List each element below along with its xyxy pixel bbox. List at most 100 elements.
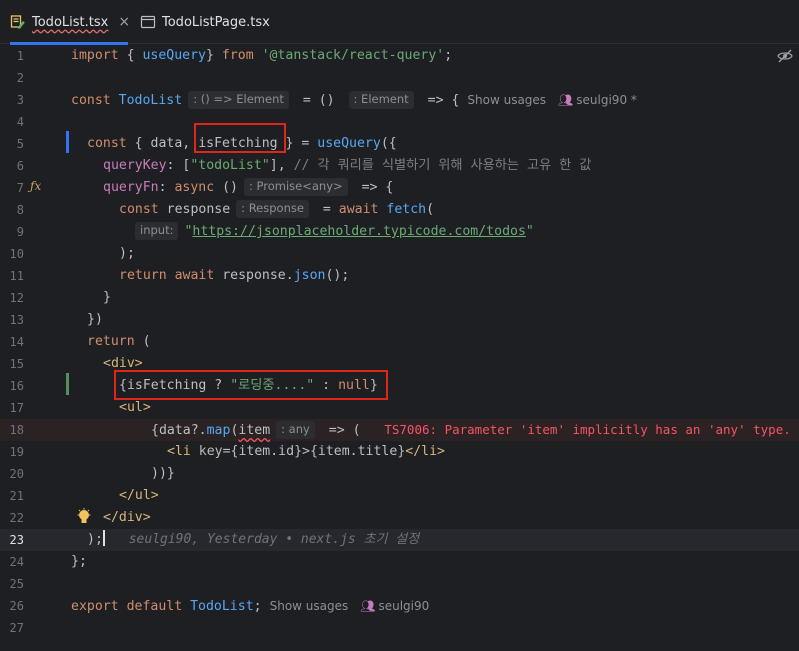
code-token: })	[87, 312, 103, 327]
line-number: 2	[16, 71, 24, 85]
tab-todolist[interactable]: TodoList.tsx ×	[10, 0, 130, 45]
code-token: => (	[320, 423, 361, 438]
code-token: </ul>	[119, 488, 159, 503]
line-number: 10	[9, 247, 24, 261]
code-token: <li	[167, 444, 191, 459]
code-line: 17 <ul>	[0, 397, 799, 419]
code-token: json	[293, 268, 326, 283]
code-token: ;	[253, 599, 262, 614]
code-line: 9 input: "https://jsonplaceholder.typicod…	[0, 221, 799, 243]
code-token: ;	[444, 48, 453, 63]
code-line: 22 </div>	[0, 507, 799, 529]
code-token: ,	[182, 136, 199, 151]
code-token: useQuery	[317, 136, 381, 151]
code-token: );	[87, 532, 103, 547]
code-editor[interactable]: ƒx 1 import { useQuery} from '@tanstack/…	[0, 45, 799, 651]
code-token: ({	[380, 136, 397, 151]
line-number: 8	[16, 203, 24, 217]
code-token: = ()	[294, 93, 343, 108]
user-icon: 👥︎	[558, 93, 574, 107]
code-token: queryKey	[103, 158, 167, 173]
code-token: : [	[166, 158, 191, 173]
code-line: 25	[0, 573, 799, 595]
line-number: 3	[16, 93, 24, 107]
code-line: 8 const response: Response = await fetch…	[0, 199, 799, 221]
code-token: null	[338, 378, 370, 393]
code-line: 5 const { data, isFetching } = useQuery(…	[0, 133, 799, 155]
author-hint[interactable]: 👥︎ seulgi90	[360, 599, 429, 613]
code-token: useQuery	[142, 48, 206, 63]
show-usages-link[interactable]: Show usages	[270, 599, 349, 613]
code-line: 24 };	[0, 551, 799, 573]
code-line: 15 <div>	[0, 353, 799, 375]
code-token: const	[71, 93, 111, 108]
git-blame-annotation[interactable]: seulgi90, Yesterday • next.js 초기 설정	[129, 532, 419, 547]
url-link[interactable]: https://jsonplaceholder.typicode.com/tod…	[192, 224, 525, 239]
code-token: seulgi90	[378, 599, 430, 613]
code-token: <ul>	[119, 400, 151, 415]
author-hint[interactable]: 👥︎ seulgi90 *	[558, 93, 637, 107]
line-number: 25	[9, 577, 24, 591]
text-cursor	[102, 530, 105, 546]
user-icon: 👥︎	[360, 599, 376, 613]
line-number: 24	[9, 555, 24, 569]
show-usages-link[interactable]: Show usages	[467, 93, 546, 107]
code-token: export	[71, 599, 119, 614]
line-number: 13	[9, 313, 24, 327]
code-line: 11 return await response.json();	[0, 265, 799, 287]
code-token: seulgi90 *	[576, 93, 637, 107]
code-token: }	[369, 378, 378, 393]
code-token: ?.	[190, 423, 207, 438]
line-number: 18	[9, 423, 24, 437]
code-token: async	[174, 180, 215, 195]
code-token: const	[119, 202, 159, 217]
code-token: };	[71, 554, 87, 569]
line-number: 4	[16, 115, 24, 129]
code-token: => {	[353, 180, 394, 195]
code-token: ],	[269, 158, 294, 173]
code-token: isFetching	[126, 378, 207, 393]
tab-todolistpage[interactable]: TodoListPage.tsx	[140, 0, 270, 44]
close-icon[interactable]: ×	[118, 14, 130, 30]
inlay-hint: : Promise<any>	[244, 178, 348, 196]
line-number: 17	[9, 401, 24, 415]
inlay-hint: : Response	[236, 200, 309, 218]
code-line: 10 );	[0, 243, 799, 265]
code-token: => {	[419, 93, 460, 108]
code-line: 20 ))}	[0, 463, 799, 485]
code-line-current: 23 ); seulgi90, Yesterday • next.js 초기 설…	[0, 529, 799, 551]
code-token: }	[103, 290, 111, 305]
code-token: queryFn	[103, 180, 159, 195]
line-number: 1	[16, 49, 24, 63]
code-token: </li>	[405, 444, 445, 459]
inlay-hint: input:	[135, 222, 179, 240]
code-token: </div>	[103, 510, 151, 525]
code-line: 1 import { useQuery} from '@tanstack/rea…	[0, 45, 799, 67]
code-token: "로딩중...."	[230, 378, 315, 393]
code-line: 26 export default TodoList; Show usages 👥︎…	[0, 595, 799, 617]
line-number: 14	[9, 335, 24, 349]
line-number: 7	[16, 181, 24, 195]
code-token: ();	[325, 268, 350, 283]
code-token: default	[118, 599, 183, 614]
code-token: item	[238, 423, 271, 438]
code-token: return	[87, 334, 135, 349]
code-line: 14 return (	[0, 331, 799, 353]
code-token: '@tanstack/react-query'	[253, 48, 445, 63]
line-number: 23	[9, 533, 24, 547]
code-token: TodoList	[182, 599, 254, 614]
code-token: }>	[294, 444, 310, 459]
line-number: 20	[9, 467, 24, 481]
file-icon	[140, 14, 156, 30]
code-line: 21 </ul>	[0, 485, 799, 507]
code-token: item.id	[238, 444, 295, 459]
code-token: const	[87, 136, 127, 151]
line-number: 21	[9, 489, 24, 503]
code-token: data	[158, 423, 191, 438]
code-token: response	[158, 202, 231, 217]
code-line: 13 })	[0, 309, 799, 331]
line-number: 26	[9, 599, 24, 613]
code-token: item.title	[317, 444, 398, 459]
code-token: // 각 쿼리를 식별하기 위해 사용하는 고유 한 값	[293, 158, 592, 173]
code-token: {	[118, 48, 143, 63]
